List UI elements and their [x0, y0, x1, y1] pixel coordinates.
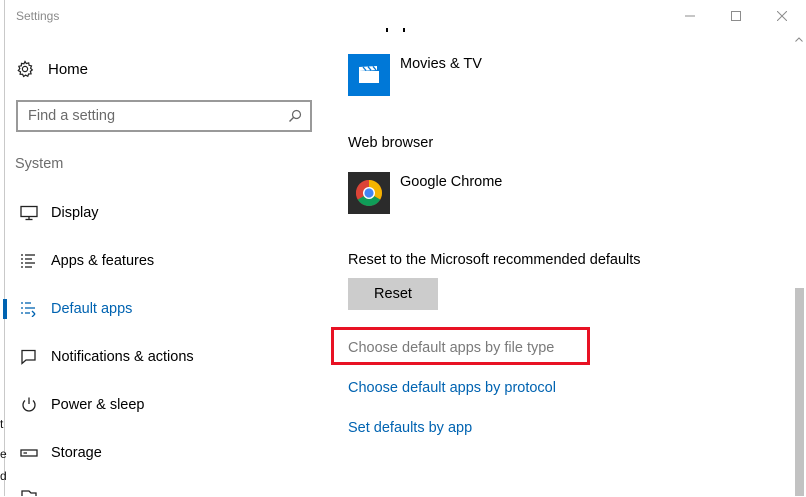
default-video-player[interactable]: Movies & TV [348, 54, 482, 96]
minimize-icon [685, 15, 695, 17]
notifications-icon [21, 349, 36, 365]
window-title: Settings [16, 9, 60, 23]
sidebar-item-notifications[interactable]: Notifications & actions [0, 341, 320, 373]
scroll-up-button[interactable] [792, 32, 806, 46]
default-web-browser[interactable]: Google Chrome [348, 172, 502, 214]
close-icon [777, 11, 787, 21]
set-defaults-by-app-link[interactable]: Set defaults by app [348, 420, 472, 436]
sidebar-item-label: Power & sleep [51, 397, 145, 413]
display-icon [20, 205, 38, 221]
storage-icon [20, 449, 38, 457]
sidebar-item-storage[interactable]: Storage [0, 437, 320, 469]
reset-button[interactable]: Reset [348, 278, 438, 310]
sidebar-item-display[interactable]: Display [0, 197, 320, 229]
movies-tv-icon [348, 54, 390, 96]
sidebar-item-default-apps[interactable]: Default apps [0, 293, 320, 325]
search-icon [289, 109, 302, 122]
sidebar-item-label: Storage [51, 445, 102, 461]
scrollbar-thumb[interactable] [795, 288, 804, 496]
power-icon [22, 397, 36, 412]
active-indicator [3, 299, 7, 319]
home-label: Home [48, 60, 89, 78]
chevron-up-icon [795, 36, 803, 42]
sidebar-item-label: Apps & features [51, 253, 155, 269]
sidebar-home[interactable]: Home [16, 56, 88, 82]
gear-icon [17, 60, 34, 78]
maximize-button[interactable] [713, 0, 759, 32]
section-label: System [15, 156, 64, 172]
sidebar-item-label: Default apps [51, 301, 133, 317]
video-app-name: Movies & TV [400, 56, 482, 72]
choose-by-protocol-link[interactable]: Choose default apps by protocol [348, 380, 556, 396]
clipped-heading-descenders [386, 28, 405, 32]
minimize-button[interactable] [667, 0, 713, 32]
reset-heading: Reset to the Microsoft recommended defau… [348, 252, 641, 268]
chrome-icon [348, 172, 390, 214]
maximize-icon [731, 11, 741, 21]
sidebar-item-label: Notifications & actions [51, 349, 194, 365]
sidebar-item-label: Display [51, 205, 99, 221]
search-box[interactable] [16, 100, 312, 132]
web-browser-heading: Web browser [348, 135, 434, 151]
browser-app-name: Google Chrome [400, 174, 503, 190]
search-input[interactable] [18, 102, 278, 130]
sidebar-item-power-sleep[interactable]: Power & sleep [0, 389, 320, 421]
background-text-fragment: d [0, 469, 7, 483]
close-button[interactable] [759, 0, 805, 32]
apps-list-icon [21, 254, 35, 268]
choose-by-file-type-link[interactable]: Choose default apps by file type [348, 340, 554, 356]
sidebar-item-apps-features[interactable]: Apps & features [0, 245, 320, 277]
default-apps-icon [21, 302, 36, 317]
